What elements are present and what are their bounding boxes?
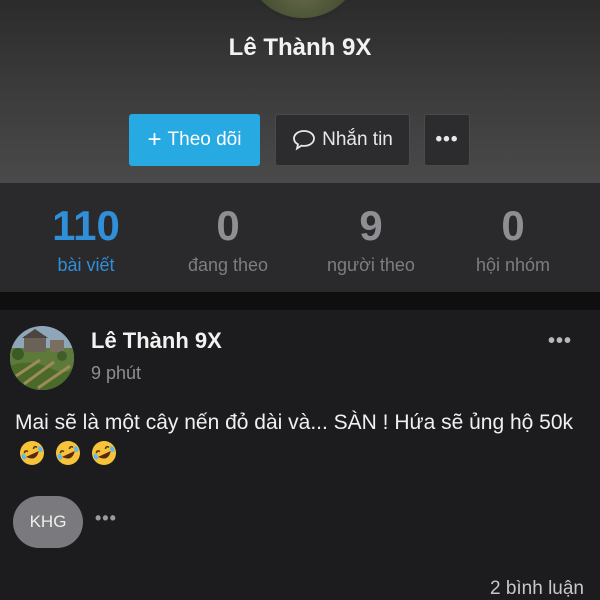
stat-value: 0	[216, 202, 240, 249]
chat-bubble-icon	[293, 130, 316, 151]
stat-value: 9	[359, 202, 383, 249]
profile-stats: 110 bài viết 0 đang theo 9 người theo 0 …	[0, 183, 600, 292]
stat-posts[interactable]: 110 bài viết	[11, 201, 161, 276]
comments-count-link[interactable]: 2 bình luận	[490, 578, 584, 600]
message-button-label: Nhắn tin	[322, 129, 393, 150]
follow-button-label: Theo dõi	[167, 129, 242, 150]
profile-name: Lê Thành 9X	[228, 34, 372, 61]
profile-header: Lê Thành 9X + Theo dõi Nhắn tin •••	[0, 0, 600, 183]
post-card: Lê Thành 9X 9 phút ••• Mai sẽ là một cây…	[0, 310, 600, 600]
stat-followers[interactable]: 9 người theo	[296, 201, 446, 276]
section-divider	[0, 292, 600, 310]
post-text: Mai sẽ là một cây nến đỏ dài và... SÀN !…	[15, 411, 574, 434]
follow-button[interactable]: + Theo dõi	[129, 114, 260, 166]
post-author-name[interactable]: Lê Thành 9X	[91, 328, 222, 354]
stat-groups[interactable]: 0 hội nhóm	[438, 201, 588, 276]
rofl-emoji-icon	[91, 441, 116, 465]
stat-label: hội nhóm	[475, 255, 551, 275]
post-author-avatar[interactable]	[10, 326, 74, 390]
plus-icon: +	[147, 126, 162, 153]
landscape-photo	[10, 326, 74, 390]
stat-label: đang theo	[187, 255, 269, 275]
reactors-more-button[interactable]: •••	[95, 508, 117, 529]
message-button[interactable]: Nhắn tin	[275, 114, 410, 166]
stat-value: 110	[52, 202, 120, 249]
stat-following[interactable]: 0 đang theo	[153, 201, 303, 276]
rofl-emoji-icon	[55, 441, 80, 465]
stat-value: 0	[501, 202, 525, 249]
post-timestamp: 9 phút	[91, 363, 142, 383]
post-content: Mai sẽ là một cây nến đỏ dài và... SÀN !…	[15, 407, 590, 471]
stat-label: bài viết	[57, 255, 115, 275]
post-more-button[interactable]: •••	[548, 330, 572, 353]
reactor-avatar[interactable]: KHG	[13, 496, 83, 548]
rofl-emoji-icon	[20, 441, 44, 465]
more-options-button[interactable]: •••	[424, 114, 470, 166]
profile-avatar[interactable]	[243, 0, 363, 21]
stat-label: người theo	[327, 255, 415, 275]
